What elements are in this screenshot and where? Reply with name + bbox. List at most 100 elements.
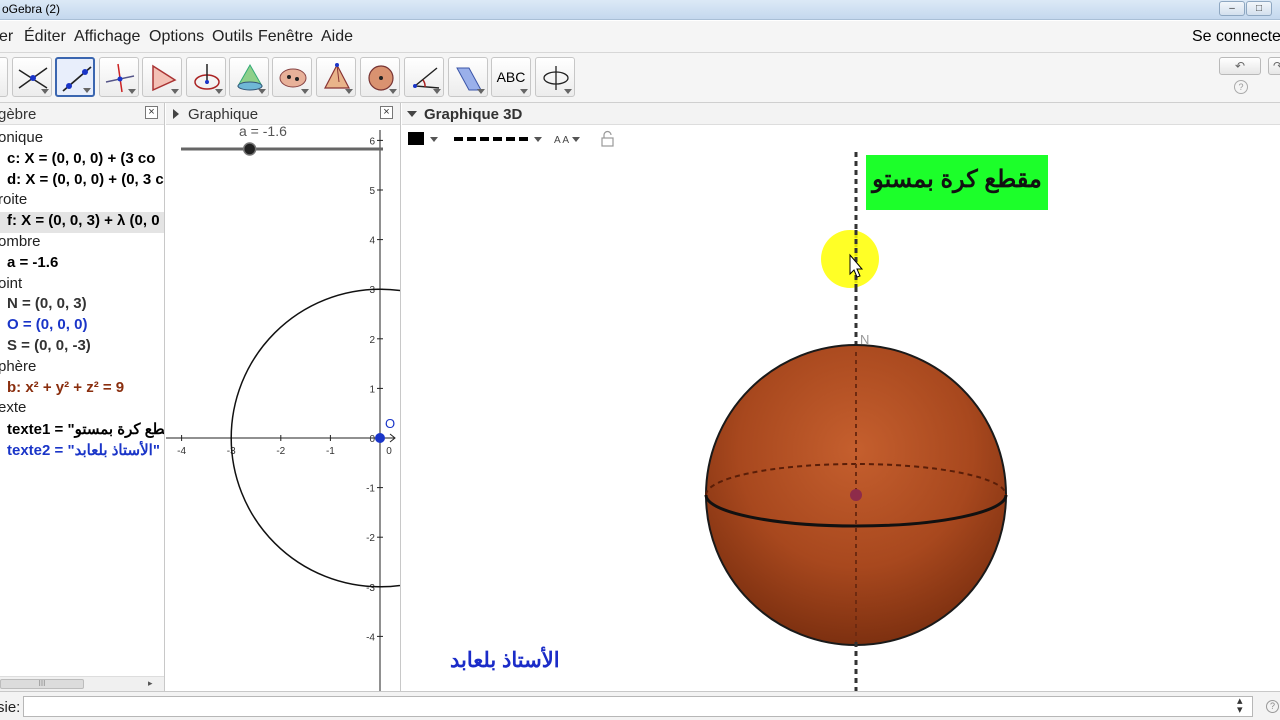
algebra-category: exte — [0, 399, 27, 417]
menu-fenetre[interactable]: Fenêtre — [258, 28, 313, 46]
x-tick-label: 0 — [386, 446, 392, 457]
tool-reflect[interactable] — [448, 57, 488, 97]
menu-bar: er Éditer Affichage Options Outils Fenêt… — [0, 21, 1280, 53]
chevron-down-icon — [258, 89, 266, 94]
close-algebra-button[interactable]: × — [145, 106, 158, 119]
minimize-button[interactable]: – — [1219, 1, 1245, 16]
algebra-category: phère — [0, 357, 37, 375]
font-size-button[interactable]: A A — [554, 130, 584, 148]
menu-editer[interactable]: Éditer — [24, 28, 66, 46]
graphics-3d-view: Graphique 3D A A N مقطع كرة بمستو الأستا… — [402, 103, 1280, 691]
lock-icon[interactable] — [600, 130, 616, 148]
algebra-item[interactable]: texte2 = "الأستاذ بلعابد" — [0, 441, 164, 462]
x-tick-label: -2 — [276, 446, 285, 457]
algebra-item[interactable]: N = (0, 0, 3) — [0, 295, 164, 316]
chevron-down-icon — [83, 88, 91, 93]
algebra-item[interactable]: S = (0, 0, -3) — [0, 337, 164, 358]
tool-perpendicular[interactable] — [99, 57, 139, 97]
tool-move[interactable] — [0, 57, 8, 97]
maximize-button[interactable]: □ — [1246, 1, 1272, 16]
menu-aide[interactable]: Aide — [321, 28, 353, 46]
close-graphics-button[interactable]: × — [380, 106, 393, 119]
sign-in-link[interactable]: Se connecte — [1192, 28, 1280, 46]
line-style-button[interactable] — [454, 130, 546, 148]
y-tick-label: 3 — [369, 285, 375, 296]
move-icon — [0, 62, 5, 94]
x-tick-label: -4 — [177, 446, 186, 457]
algebra-view: gèbre × onique c: X = (0, 0, 0) + (3 co d:… — [0, 103, 165, 691]
tool-point[interactable] — [12, 57, 52, 97]
point-O-3d[interactable] — [850, 489, 862, 501]
y-tick-label: 6 — [369, 136, 375, 147]
algebra-category: oint — [0, 274, 23, 292]
chevron-down-icon — [345, 89, 353, 94]
slider-knob[interactable] — [242, 142, 257, 156]
tool-line[interactable] — [55, 57, 95, 97]
algebra-horizontal-scrollbar[interactable]: III ▸ — [0, 676, 164, 691]
algebra-item[interactable]: d: X = (0, 0, 0) + (0, 3 c — [0, 171, 164, 192]
scroll-thumb[interactable]: III — [0, 679, 84, 689]
y-tick-label: 4 — [369, 236, 375, 247]
text2-label[interactable]: الأستاذ بلعابد — [450, 648, 560, 673]
point-O-label: O — [385, 416, 395, 431]
color-picker-button[interactable] — [408, 130, 444, 148]
history-arrows-icon[interactable]: ▴ ▾ — [1237, 696, 1243, 716]
input-help-icon[interactable]: ? — [1266, 700, 1279, 713]
tool-cone[interactable] — [229, 57, 269, 97]
style-bar: A A — [402, 126, 1280, 152]
toolbar-help-icon[interactable]: ? — [1234, 80, 1248, 94]
tool-intersect-surfaces[interactable] — [272, 57, 312, 97]
point-N-label: N — [860, 332, 869, 347]
tool-rotate-view[interactable] — [535, 57, 575, 97]
algebra-category: onique — [0, 129, 44, 146]
y-tick-label: 0 — [369, 434, 375, 445]
chevron-down-icon — [389, 89, 397, 94]
chevron-down-icon — [477, 89, 485, 94]
chevron-down-icon — [301, 89, 309, 94]
input-label: sie: — [0, 699, 21, 716]
redo-button[interactable]: ↷ — [1268, 57, 1280, 75]
text-tool-label: ABC — [496, 69, 526, 85]
menu-options[interactable]: Options — [149, 28, 204, 46]
tool-angle[interactable] — [404, 57, 444, 97]
scroll-right-icon[interactable]: ▸ — [148, 678, 153, 689]
graphics-3d-canvas[interactable]: N — [402, 152, 1280, 691]
tool-polygon[interactable] — [142, 57, 182, 97]
undo-button[interactable]: ↶ — [1219, 57, 1261, 75]
algebra-item[interactable]: f: X = (0, 0, 3) + λ (0, 0 — [0, 212, 164, 234]
algebra-item[interactable]: O = (0, 0, 0) — [0, 316, 164, 337]
graphics-title: Graphique — [188, 106, 259, 123]
input-bar: sie: ▴ ▾ ? — [0, 691, 1280, 720]
chevron-down-icon — [564, 89, 572, 94]
graphics-header: Graphique × — [166, 103, 400, 125]
graphics-2d-canvas[interactable]: 6543210-1-2-3-4-4 -3 -2 -1 0Oa = -1.6 — [166, 125, 401, 691]
title-bar: oGebra (2) – □ — [0, 0, 1280, 20]
algebra-title: gèbre — [0, 106, 37, 123]
menu-affichage[interactable]: Affichage — [74, 28, 140, 46]
tool-text[interactable]: ABC — [491, 57, 531, 97]
algebra-item[interactable]: b: x² + y² + z² = 9 — [0, 379, 164, 400]
algebra-category: ombre — [0, 233, 41, 250]
slider-label: a = -1.6 — [239, 125, 287, 139]
y-tick-label: 5 — [369, 186, 375, 197]
graphics-3d-header: Graphique 3D — [402, 103, 1280, 125]
menu-outils[interactable]: Outils — [212, 28, 253, 46]
chevron-down-icon — [41, 89, 49, 94]
geogebra-window: oGebra (2) – □ er Éditer Affichage Optio… — [0, 0, 1280, 720]
algebra-item[interactable]: c: X = (0, 0, 0) + (3 co — [0, 150, 164, 171]
collapse-toggle-icon[interactable] — [407, 111, 417, 117]
input-field[interactable] — [23, 696, 1253, 717]
tool-circle-axis[interactable] — [186, 57, 226, 97]
algebra-item[interactable]: texte1 = "مقطع كرة بمستو — [0, 420, 164, 441]
x-tick-label: -1 — [326, 446, 335, 457]
y-tick-label: -4 — [366, 632, 375, 643]
graphics-3d-title: Graphique 3D — [424, 106, 523, 123]
point-O[interactable] — [375, 433, 385, 443]
y-tick-label: 1 — [369, 384, 375, 395]
tool-sphere[interactable] — [360, 57, 400, 97]
tool-pyramid[interactable] — [316, 57, 356, 97]
collapse-toggle-icon[interactable] — [173, 109, 179, 119]
text1-label[interactable]: مقطع كرة بمستو — [866, 155, 1048, 210]
algebra-item[interactable]: a = -1.6 — [0, 254, 164, 275]
menu-fichier[interactable]: er — [0, 28, 13, 46]
